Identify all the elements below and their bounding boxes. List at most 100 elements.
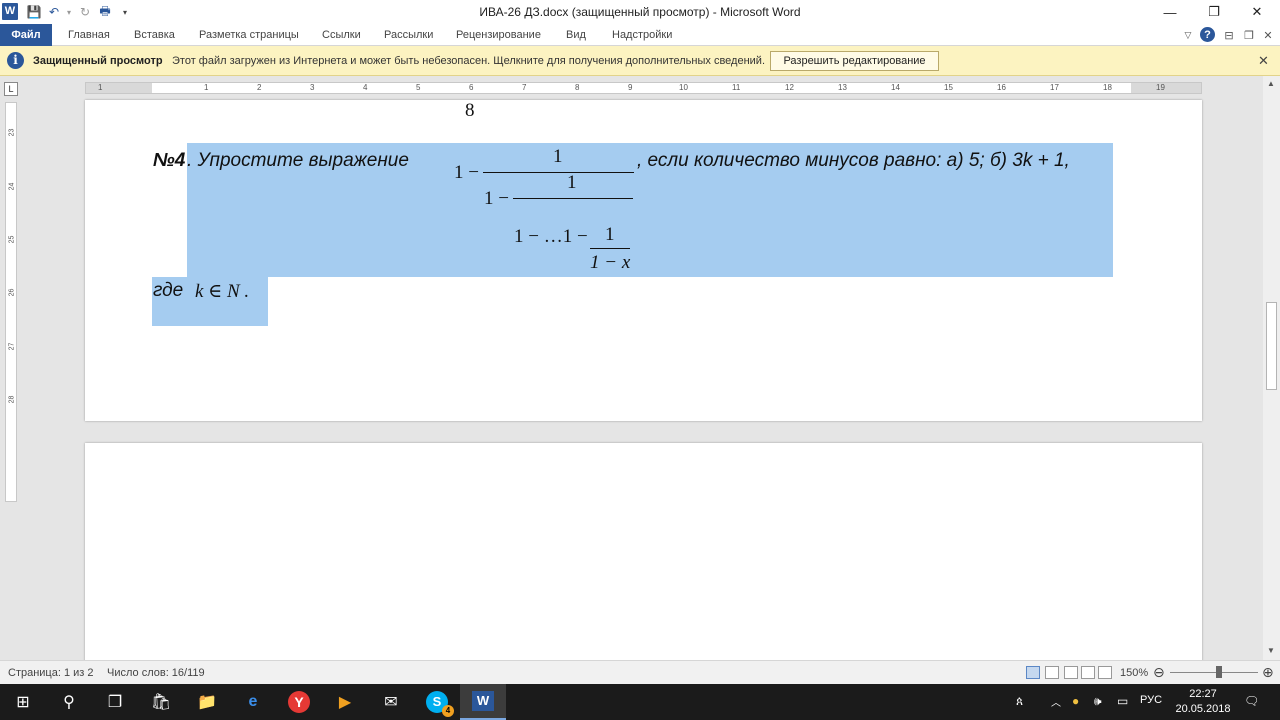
ribbon-tab-bar: Файл Главная Вставка Разметка страницы С…	[0, 24, 1280, 46]
restore-button[interactable]: ❐	[1191, 0, 1237, 24]
hruler-tick: 8	[575, 83, 580, 92]
zoom-level[interactable]: 150%	[1120, 667, 1148, 679]
horizontal-ruler[interactable]: 1 1 2 3 4 5 6 7 8 9 10 11 12 13 14 15 16…	[85, 82, 1202, 94]
scroll-up-icon[interactable]: ▲	[1267, 79, 1275, 88]
scroll-thumb[interactable]	[1266, 302, 1277, 390]
hruler-tick: 5	[416, 83, 421, 92]
word-taskbar-icon[interactable]: W	[460, 684, 506, 720]
tab-review[interactable]: Рецензирование	[456, 24, 541, 46]
enable-editing-button[interactable]: Разрешить редактирование	[770, 51, 939, 71]
hruler-tick: 15	[944, 83, 953, 92]
mail-icon[interactable]: ✉	[368, 684, 414, 720]
fraction-numerator: 1	[567, 172, 577, 193]
volume-icon[interactable]: 🕪	[1094, 694, 1102, 709]
full-screen-reading-button[interactable]	[1045, 666, 1059, 679]
zoom-in-icon[interactable]: ⊕	[1262, 664, 1274, 681]
vruler-tick: 23	[8, 128, 16, 137]
zoom-slider-thumb[interactable]	[1216, 666, 1222, 678]
where-prefix: где	[153, 280, 184, 301]
tab-addins[interactable]: Надстройки	[612, 24, 672, 46]
ruler-left-margin	[86, 83, 152, 93]
fraction-bar	[483, 172, 634, 173]
skype-icon[interactable]: S4	[414, 684, 460, 720]
tab-page-layout[interactable]: Разметка страницы	[199, 24, 299, 46]
zoom-slider[interactable]	[1170, 672, 1258, 673]
draft-view-button[interactable]	[1098, 666, 1112, 679]
hruler-tick: 16	[997, 83, 1006, 92]
help-icon[interactable]: ?	[1200, 27, 1215, 42]
keyboard-language[interactable]: РУС	[1140, 694, 1162, 706]
hruler-tick: 7	[522, 83, 527, 92]
title-bar: W 💾 ↶ ▾ ↻ 🖶 ▾ ИВА-26 ДЗ.docx (защищенный…	[0, 0, 1280, 24]
fraction-bar	[513, 198, 633, 199]
outline-view-button[interactable]	[1081, 666, 1095, 679]
hruler-tick: 4	[363, 83, 368, 92]
task-view-icon[interactable]: ❐	[92, 684, 138, 720]
vertical-scrollbar[interactable]: ▲ ▼	[1263, 76, 1280, 660]
media-player-icon[interactable]: ▶	[322, 684, 368, 720]
clock-time: 22:27	[1189, 688, 1217, 700]
yandex-browser-icon[interactable]: Y	[276, 684, 322, 720]
edge-icon[interactable]: e	[230, 684, 276, 720]
left-gutter: L 23 24 25 26 27 28	[0, 76, 22, 660]
notifications-icon[interactable]: 🗨	[1244, 694, 1259, 708]
document-area: L 23 24 25 26 27 28 1 1 2 3 4 5 6 7 8 9 …	[0, 76, 1280, 660]
minimize-button[interactable]: —	[1147, 0, 1193, 24]
vruler-tick: 25	[8, 235, 16, 244]
protected-view-title: Защищенный просмотр	[33, 55, 163, 67]
problem-number: №4	[153, 150, 186, 171]
scroll-down-icon[interactable]: ▼	[1267, 646, 1275, 655]
problem-condition: , если количество минусов равно: а) 5; б…	[637, 150, 1070, 171]
show-hidden-icons[interactable]: ︿	[1051, 694, 1061, 709]
protected-view-bar: i Защищенный просмотр Этот файл загружен…	[0, 46, 1280, 76]
tab-selector[interactable]: L	[4, 82, 18, 96]
tab-file[interactable]: Файл	[0, 24, 52, 46]
document-page[interactable]	[85, 443, 1202, 660]
vruler-tick: 26	[8, 288, 16, 297]
search-icon[interactable]: ⚲	[46, 684, 92, 720]
hruler-tick: 1	[98, 83, 103, 92]
tab-mailings[interactable]: Рассылки	[384, 24, 433, 46]
page-count[interactable]: Страница: 1 из 2	[8, 667, 94, 679]
start-icon[interactable]: ⊞	[0, 684, 46, 720]
tab-home[interactable]: Главная	[68, 24, 110, 46]
tab-insert[interactable]: Вставка	[134, 24, 175, 46]
hruler-tick: 10	[679, 83, 688, 92]
fraction-tail: 1 − …1 −	[514, 226, 588, 247]
hruler-tick: 9	[628, 83, 633, 92]
fraction-numerator: 1	[553, 146, 563, 167]
tray-app-icon[interactable]: ●	[1072, 694, 1079, 708]
hruler-tick: 2	[257, 83, 262, 92]
doc-close-icon[interactable]: ✕	[1260, 27, 1276, 43]
hruler-tick: 1	[204, 83, 209, 92]
file-explorer-icon[interactable]: 📁	[184, 684, 230, 720]
print-layout-view-button[interactable]	[1026, 666, 1040, 679]
protected-view-message[interactable]: Этот файл загружен из Интернета и может …	[172, 55, 765, 67]
ribbon-options-icon[interactable]: ⊟	[1221, 27, 1237, 43]
document-page[interactable]: 8 №4 . Упростите выражение 1 − 1 1 − 1 1…	[85, 100, 1202, 421]
tab-view[interactable]: Вид	[566, 24, 586, 46]
fraction-bar	[590, 248, 630, 249]
hruler-tick: 14	[891, 83, 900, 92]
vertical-ruler[interactable]: 23 24 25 26 27 28	[5, 102, 17, 502]
clock[interactable]: 22:27 20.05.2018	[1172, 687, 1234, 717]
close-button[interactable]: ✕	[1234, 0, 1280, 24]
hruler-tick: 19	[1156, 83, 1165, 92]
hruler-tick: 17	[1050, 83, 1059, 92]
zoom-out-icon[interactable]: ⊖	[1153, 664, 1165, 681]
tab-references[interactable]: Ссылки	[322, 24, 361, 46]
vruler-tick: 28	[8, 395, 16, 404]
network-icon[interactable]: ▭	[1117, 694, 1128, 708]
people-icon[interactable]: ጰ	[1016, 694, 1023, 709]
word-count[interactable]: Число слов: 16/119	[107, 667, 205, 679]
fraction-numerator: 1	[605, 224, 615, 245]
close-message-bar-icon[interactable]: ✕	[1258, 53, 1269, 69]
collapse-ribbon-icon[interactable]: ▽	[1180, 27, 1196, 43]
previous-formula-fragment: 8	[465, 100, 475, 121]
web-layout-button[interactable]	[1064, 666, 1078, 679]
hruler-tick: 6	[469, 83, 474, 92]
fraction-denominator: 1 − x	[590, 252, 631, 273]
skype-badge: 4	[442, 705, 454, 717]
doc-restore-icon[interactable]: ❐	[1241, 27, 1257, 43]
store-icon[interactable]: 🛍	[138, 684, 184, 720]
